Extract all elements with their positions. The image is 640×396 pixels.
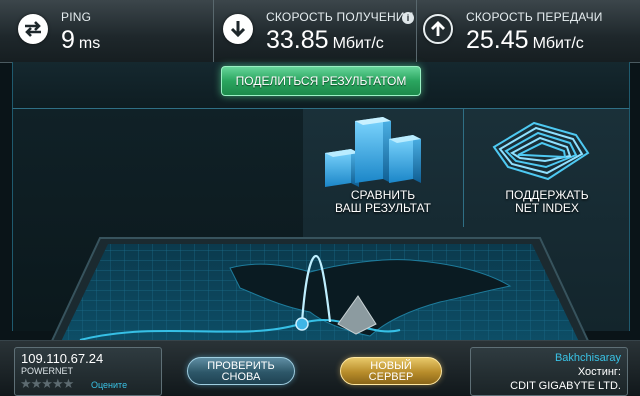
compare-results-tile[interactable]: СРАВНИТЬ ВАШ РЕЗУЛЬТАТ xyxy=(303,109,463,227)
compare-line2: ВАШ РЕЗУЛЬТАТ xyxy=(335,201,431,215)
share-results-button[interactable]: ПОДЕЛИТЬСЯ РЕЗУЛЬТАТОМ xyxy=(221,66,421,96)
support-net-index-label: ПОДДЕРЖАТЬ NET INDEX xyxy=(464,189,630,215)
client-info-box: 109.110.67.24 POWERNET ★★★★★ Оцените xyxy=(14,347,162,396)
bar-chart-icon xyxy=(325,117,421,187)
results-header: PING 9 ms СКОРОСТЬ ПОЛУЧЕНИЯ i 33.85 Мбит/… xyxy=(0,0,640,63)
upload-panel: СКОРОСТЬ ПЕРЕДАЧИ 25.45 Мбит/с xyxy=(416,0,640,62)
rate-isp-link[interactable]: Оцените xyxy=(91,380,127,390)
share-bar: ПОДЕЛИТЬСЯ РЕЗУЛЬТАТОМ xyxy=(12,62,630,108)
upload-label: СКОРОСТЬ ПЕРЕДАЧИ xyxy=(466,10,603,24)
server-info-box: Bakhchisaray Хостинг: CDIT GIGABYTE LTD. xyxy=(470,347,628,396)
host-label: Хостинг: xyxy=(577,366,621,378)
ping-label: PING xyxy=(61,10,92,24)
client-isp: POWERNET xyxy=(21,366,74,376)
ping-value: 9 ms xyxy=(61,26,100,55)
new-server-line2: СЕРВЕР xyxy=(368,371,414,383)
download-unit: Мбит/с xyxy=(332,35,384,52)
support-line2: NET INDEX xyxy=(515,201,579,215)
test-again-button[interactable]: ПРОВЕРИТЬ СНОВА xyxy=(187,357,295,385)
support-net-index-tile[interactable]: ПОДДЕРЖАТЬ NET INDEX xyxy=(463,109,630,227)
support-line1: ПОДДЕРЖАТЬ xyxy=(505,188,589,202)
download-value: 33.85 Мбит/с xyxy=(266,26,384,55)
upload-value: 25.45 Мбит/с xyxy=(466,26,584,55)
swap-arrows-icon xyxy=(18,14,48,44)
bottom-bar: 109.110.67.24 POWERNET ★★★★★ Оцените ПРО… xyxy=(0,340,640,396)
compare-results-label: СРАВНИТЬ ВАШ РЕЗУЛЬТАТ xyxy=(303,189,463,215)
compare-line1: СРАВНИТЬ xyxy=(350,188,416,202)
download-number: 33.85 xyxy=(266,26,329,54)
ping-panel: PING 9 ms xyxy=(0,0,213,62)
ping-number: 9 xyxy=(61,26,75,54)
info-icon[interactable]: i xyxy=(402,12,414,24)
client-ip: 109.110.67.24 xyxy=(21,351,104,366)
server-city: Bakhchisaray xyxy=(554,352,621,364)
up-arrow-icon xyxy=(423,14,453,44)
test-again-line2: СНОВА xyxy=(221,371,261,383)
net-index-icon xyxy=(492,121,590,181)
host-name: CDIT GIGABYTE LTD. xyxy=(510,380,621,392)
upload-unit: Мбит/с xyxy=(532,35,584,52)
down-arrow-icon xyxy=(223,14,253,44)
rating-stars-icon[interactable]: ★★★★★ xyxy=(20,376,74,392)
ping-unit: ms xyxy=(78,35,101,52)
download-label: СКОРОСТЬ ПОЛУЧЕНИЯ xyxy=(266,10,414,24)
new-server-button[interactable]: НОВЫЙ СЕРВЕР xyxy=(340,357,442,385)
client-pin-icon xyxy=(295,317,309,331)
upload-number: 25.45 xyxy=(466,26,529,54)
download-panel: СКОРОСТЬ ПОЛУЧЕНИЯ i 33.85 Мбит/с xyxy=(213,0,417,62)
